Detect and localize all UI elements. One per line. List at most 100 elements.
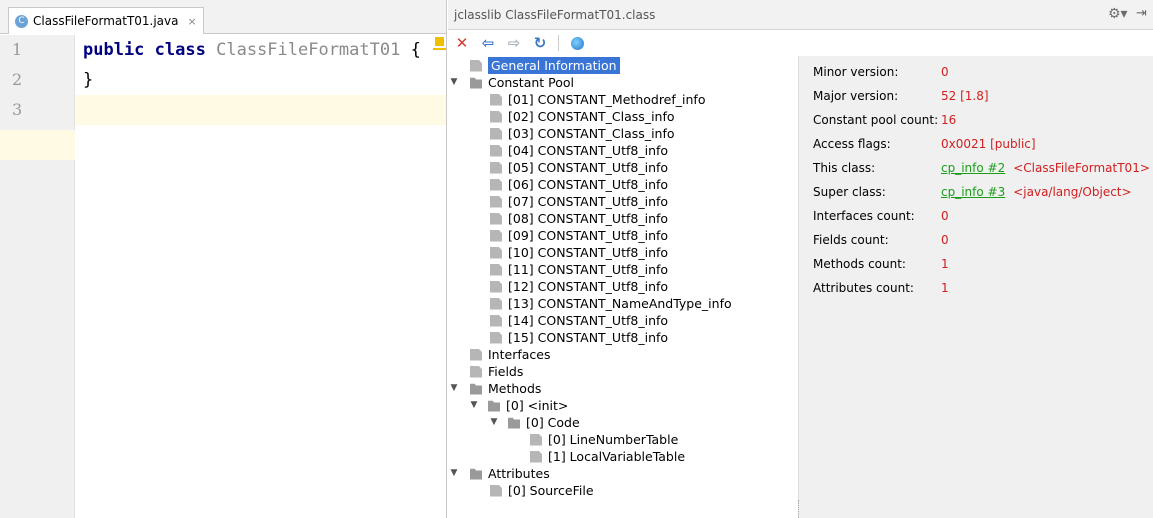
detail-value: <ClassFileFormatT01> (1013, 161, 1150, 175)
tree-item-source-file[interactable]: [0] SourceFile (490, 482, 594, 499)
globe-icon[interactable] (569, 35, 585, 51)
document-icon (490, 178, 502, 191)
detail-value: <java/lang/Object> (1013, 185, 1132, 199)
detail-row-fields-count: Fields count: 0 (813, 230, 949, 250)
tree-item-constant[interactable]: [13] CONSTANT_NameAndType_info (490, 295, 732, 312)
toolbar-separator (558, 35, 559, 51)
detail-value: 0x0021 [public] (941, 137, 1036, 151)
forward-arrow-icon[interactable]: ⇨ (506, 34, 522, 52)
open-brace: { (410, 40, 421, 60)
tree-item-constant[interactable]: [07] CONSTANT_Utf8_info (490, 193, 668, 210)
tree-item-general-information[interactable]: General Information (458, 57, 620, 74)
document-icon (490, 144, 502, 157)
tree-item-methods[interactable]: ▼ Methods (448, 380, 542, 397)
detail-label: Methods count: (813, 257, 906, 271)
detail-label: Attributes count: (813, 281, 914, 295)
keyword: public (83, 40, 145, 60)
gear-icon[interactable]: ⚙▾ (1108, 6, 1128, 22)
document-icon (490, 195, 502, 208)
folder-icon (470, 468, 482, 480)
current-code-line[interactable] (75, 95, 446, 125)
chevron-down-icon[interactable]: ▼ (468, 397, 480, 414)
chevron-down-icon[interactable]: ▼ (448, 465, 460, 482)
tree-item-line-number-table[interactable]: [0] LineNumberTable (530, 431, 678, 448)
tree-item-local-variable-table[interactable]: [1] LocalVariableTable (530, 448, 685, 465)
tree-item-label: [1] LocalVariableTable (548, 449, 686, 464)
editor-tab[interactable]: C ClassFileFormatT01.java × (8, 7, 204, 34)
tree-item-interfaces[interactable]: Interfaces (470, 346, 550, 363)
detail-label: Fields count: (813, 233, 889, 247)
document-icon (490, 127, 502, 140)
tree-item-label: [07] CONSTANT_Utf8_info (508, 194, 669, 209)
tree-item-constant[interactable]: [11] CONSTANT_Utf8_info (490, 261, 668, 278)
tree-item-fields[interactable]: Fields (470, 363, 523, 380)
hide-panel-icon[interactable]: ⇥ (1136, 6, 1147, 21)
tree-item-constant[interactable]: [03] CONSTANT_Class_info (490, 125, 675, 142)
line-number: 3 (12, 100, 23, 119)
tree-item-label: [0] SourceFile (508, 483, 594, 498)
tree-item-constant[interactable]: [01] CONSTANT_Methodref_info (490, 91, 705, 108)
document-icon (470, 348, 482, 361)
detail-row-attributes-count: Attributes count: 1 (813, 278, 949, 298)
class-name: ClassFileFormatT01 (216, 40, 401, 60)
detail-row-super-class: Super class: cp_info #3 <java/lang/Objec… (813, 182, 1132, 202)
detail-row-constant-pool-count: Constant pool count: 16 (813, 110, 956, 130)
tree-item-label: [02] CONSTANT_Class_info (508, 109, 675, 124)
back-arrow-icon[interactable]: ⇦ (480, 34, 496, 52)
code-editor[interactable]: C ClassFileFormatT01.java × 1 2 3 public… (0, 0, 447, 518)
tree-item-method-init[interactable]: ▼ [0] <init> (468, 397, 569, 414)
tree-item-constant[interactable]: [05] CONSTANT_Utf8_info (490, 159, 668, 176)
tree-item-label: [05] CONSTANT_Utf8_info (508, 160, 669, 175)
chevron-down-icon[interactable]: ▼ (448, 380, 460, 397)
tree-item-label: [01] CONSTANT_Methodref_info (508, 92, 706, 107)
editor-tab-bar: C ClassFileFormatT01.java × (0, 0, 446, 34)
code-line[interactable]: } (75, 65, 446, 95)
chevron-down-icon[interactable]: ▼ (488, 414, 500, 431)
document-icon (490, 484, 502, 497)
refresh-icon[interactable]: ↻ (532, 34, 548, 52)
detail-label: Access flags: (813, 137, 891, 151)
warning-marker-icon[interactable] (435, 37, 444, 46)
class-structure-tree[interactable]: General Information ▼ Constant Pool [01]… (448, 56, 798, 518)
tree-item-attributes[interactable]: ▼ Attributes (448, 465, 550, 482)
document-icon (530, 433, 542, 446)
close-tab-icon[interactable]: × (188, 15, 197, 28)
close-icon[interactable]: ✕ (454, 34, 470, 52)
tree-item-label: Fields (488, 364, 524, 379)
tree-item-constant[interactable]: [02] CONSTANT_Class_info (490, 108, 675, 125)
jclasslib-toolbar: ✕ ⇦ ⇨ ↻ (448, 31, 798, 55)
this-class-link[interactable]: cp_info #2 (941, 158, 1005, 178)
detail-label: This class: (813, 161, 876, 175)
splitter-handle[interactable] (798, 500, 802, 518)
globe-shape (570, 36, 584, 50)
detail-value: 52 [1.8] (941, 89, 989, 103)
tree-item-label: Attributes (488, 466, 550, 481)
tree-item-constant[interactable]: [06] CONSTANT_Utf8_info (490, 176, 668, 193)
tree-item-label: [12] CONSTANT_Utf8_info (508, 279, 669, 294)
error-stripe-mark[interactable] (433, 48, 446, 50)
code-line[interactable]: public class ClassFileFormatT01 { (75, 35, 446, 65)
chevron-down-icon[interactable]: ▼ (448, 74, 460, 91)
detail-label: Constant pool count: (813, 113, 939, 127)
folder-icon (488, 400, 500, 412)
detail-row-minor-version: Minor version: 0 (813, 62, 949, 82)
detail-label: Super class: (813, 185, 886, 199)
document-icon (490, 280, 502, 293)
tool-window-header: jclasslib ClassFileFormatT01.class ⚙▾ ⇥ (448, 0, 1153, 30)
tree-item-constant[interactable]: [09] CONSTANT_Utf8_info (490, 227, 668, 244)
tree-item-constant[interactable]: [04] CONSTANT_Utf8_info (490, 142, 668, 159)
tree-item-constant[interactable]: [12] CONSTANT_Utf8_info (490, 278, 668, 295)
tree-item-constant[interactable]: [14] CONSTANT_Utf8_info (490, 312, 668, 329)
tree-item-constant-pool[interactable]: ▼ Constant Pool (448, 74, 575, 91)
folder-icon (470, 383, 482, 395)
tree-item-code[interactable]: ▼ [0] Code (488, 414, 580, 431)
super-class-link[interactable]: cp_info #3 (941, 182, 1005, 202)
tree-item-constant[interactable]: [15] CONSTANT_Utf8_info (490, 329, 668, 346)
document-icon (470, 365, 482, 378)
line-number-gutter: 1 2 3 (0, 35, 75, 518)
tree-item-label: [0] <init> (506, 398, 569, 413)
tree-item-constant[interactable]: [08] CONSTANT_Utf8_info (490, 210, 668, 227)
code-area[interactable]: public class ClassFileFormatT01 { } (75, 35, 446, 518)
detail-label: Major version: (813, 89, 899, 103)
tree-item-constant[interactable]: [10] CONSTANT_Utf8_info (490, 244, 668, 261)
